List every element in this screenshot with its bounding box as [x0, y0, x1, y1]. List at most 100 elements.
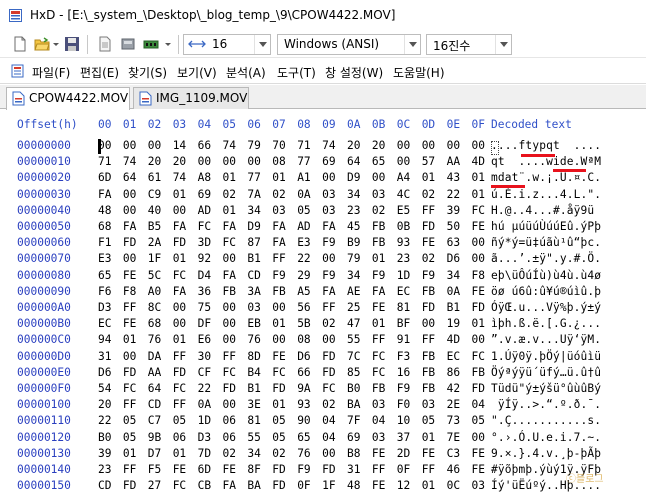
hex-byte[interactable]: 04	[322, 431, 335, 444]
hex-byte[interactable]: C9	[148, 188, 161, 201]
hex-byte[interactable]: 05	[472, 414, 485, 427]
hex-byte[interactable]: FA	[98, 188, 111, 201]
hex-byte[interactable]: A0	[148, 285, 161, 298]
hex-byte[interactable]: B5	[148, 220, 161, 233]
hex-byte[interactable]: FE	[123, 269, 136, 282]
hex-byte[interactable]: 48	[347, 479, 360, 492]
hex-byte[interactable]: 10	[397, 414, 410, 427]
decoded-text[interactable]: Tüdü"ý±ýšü°ûùûBý	[491, 382, 601, 395]
hex-byte[interactable]: FB	[223, 285, 236, 298]
hex-byte[interactable]: 0F	[397, 463, 410, 476]
hex-byte[interactable]: 47	[347, 317, 360, 330]
hex-byte[interactable]: 8D	[247, 350, 260, 363]
hex-row[interactable]: 00000130 39 01 D7 01 7D 02 34 02 76 00 B8 FE 2D FE C3 FE…	[0, 447, 646, 463]
hex-byte[interactable]: 74	[173, 171, 186, 184]
hex-byte[interactable]: 01	[272, 171, 285, 184]
hex-byte[interactable]: FD	[123, 366, 136, 379]
hex-byte[interactable]: FF	[123, 398, 136, 411]
hex-byte[interactable]: 00	[447, 139, 460, 152]
hex-byte[interactable]: 66	[297, 366, 310, 379]
hex-byte[interactable]: F9	[322, 236, 335, 249]
hex-byte[interactable]: 92	[198, 252, 211, 265]
hex-byte[interactable]: 6D	[198, 463, 211, 476]
hex-byte[interactable]: FA	[223, 269, 236, 282]
menu-search[interactable]: 찾기(S)	[128, 64, 167, 81]
hex-byte[interactable]: FD	[123, 479, 136, 492]
hex-byte[interactable]: 36	[198, 285, 211, 298]
hex-byte[interactable]: 0A	[447, 285, 460, 298]
menu-help[interactable]: 도움말(H)	[393, 64, 445, 81]
hex-byte[interactable]: 00	[322, 333, 335, 346]
hex-byte[interactable]: 8C	[148, 301, 161, 314]
hex-byte[interactable]: 76	[247, 333, 260, 346]
hex-byte[interactable]: 9A	[297, 382, 310, 395]
hex-byte[interactable]: 02	[272, 188, 285, 201]
hex-byte[interactable]: F0	[397, 398, 410, 411]
hex-byte[interactable]: 69	[198, 188, 211, 201]
hex-byte[interactable]: 66	[198, 139, 211, 152]
hex-byte[interactable]: 00	[397, 155, 410, 168]
hex-byte[interactable]: 04	[472, 398, 485, 411]
hex-byte[interactable]: 1D	[397, 269, 410, 282]
hex-byte[interactable]: FB	[422, 285, 435, 298]
hex-byte[interactable]: 01	[372, 317, 385, 330]
hex-byte[interactable]: FC	[472, 204, 485, 217]
menu-file[interactable]: 파일(F)	[32, 64, 70, 81]
hex-byte[interactable]: 05	[297, 204, 310, 217]
hex-byte[interactable]: 31	[347, 463, 360, 476]
hex-byte[interactable]: 7A	[247, 188, 260, 201]
hex-byte[interactable]: 00	[223, 333, 236, 346]
hex-byte[interactable]: F9	[422, 269, 435, 282]
hex-byte[interactable]: 05	[272, 431, 285, 444]
hex-byte[interactable]: 74	[123, 155, 136, 168]
hex-byte[interactable]: 20	[148, 155, 161, 168]
hex-byte[interactable]: 00	[272, 333, 285, 346]
hex-row[interactable]: 00000100 20 FF CD FF 0A 00 3E 01 93 02 BA 03 F0 03 2E 04…	[0, 398, 646, 414]
hex-byte[interactable]: FE	[372, 447, 385, 460]
hex-byte[interactable]: FA	[372, 285, 385, 298]
hex-byte[interactable]: 00	[123, 252, 136, 265]
hex-byte[interactable]: FC	[372, 350, 385, 363]
hex-byte[interactable]: FD	[173, 236, 186, 249]
hex-byte[interactable]: 00	[422, 317, 435, 330]
hex-byte[interactable]: FF	[322, 301, 335, 314]
hex-byte[interactable]: 16	[397, 366, 410, 379]
hex-byte[interactable]: FE	[472, 220, 485, 233]
hex-byte[interactable]: C3	[447, 447, 460, 460]
hex-byte[interactable]: 8F	[247, 463, 260, 476]
hex-byte[interactable]: 9B	[148, 431, 161, 444]
hex-byte[interactable]: 37	[397, 431, 410, 444]
hex-byte[interactable]: F9	[397, 382, 410, 395]
hex-byte[interactable]: 02	[223, 447, 236, 460]
hex-row[interactable]: 00000010 71 74 20 20 00 00 00 08 77 69 64 65 00 57 AA 4D…	[0, 155, 646, 171]
hex-byte[interactable]: 08	[297, 333, 310, 346]
hex-byte[interactable]: 04	[372, 414, 385, 427]
decoded-text[interactable]: ".Ç...........s.	[491, 414, 601, 427]
hex-byte[interactable]: 23	[98, 463, 111, 476]
hex-byte[interactable]: 39	[98, 447, 111, 460]
hex-byte[interactable]: 65	[297, 431, 310, 444]
hex-byte[interactable]: E3	[297, 236, 310, 249]
hex-byte[interactable]: F9	[297, 463, 310, 476]
hex-byte[interactable]: 00	[472, 252, 485, 265]
hex-byte[interactable]: FC	[223, 366, 236, 379]
decoded-text[interactable]: °.›.Ó.U.e.i.7.~.	[491, 431, 601, 444]
hex-byte[interactable]: FB	[372, 220, 385, 233]
hex-byte[interactable]: 68	[98, 220, 111, 233]
hex-byte[interactable]: FF	[422, 463, 435, 476]
hex-byte[interactable]: FC	[472, 350, 485, 363]
hex-byte[interactable]: FC	[372, 366, 385, 379]
hex-byte[interactable]: BF	[397, 317, 410, 330]
hex-byte[interactable]: 64	[347, 155, 360, 168]
chevron-down-icon[interactable]	[254, 35, 270, 54]
hex-byte[interactable]: 7F	[347, 414, 360, 427]
hex-byte[interactable]: FD	[472, 382, 485, 395]
hex-byte[interactable]: A4	[397, 171, 410, 184]
hex-byte[interactable]: 77	[247, 171, 260, 184]
hex-byte[interactable]: 00	[123, 139, 136, 152]
hex-byte[interactable]: 69	[347, 431, 360, 444]
hex-byte[interactable]: 05	[123, 414, 136, 427]
hex-byte[interactable]: 3D	[198, 236, 211, 249]
decoded-text[interactable]: hú µúüúÙú­úEû.ýPþ	[491, 220, 601, 233]
hex-byte[interactable]: F3	[397, 350, 410, 363]
